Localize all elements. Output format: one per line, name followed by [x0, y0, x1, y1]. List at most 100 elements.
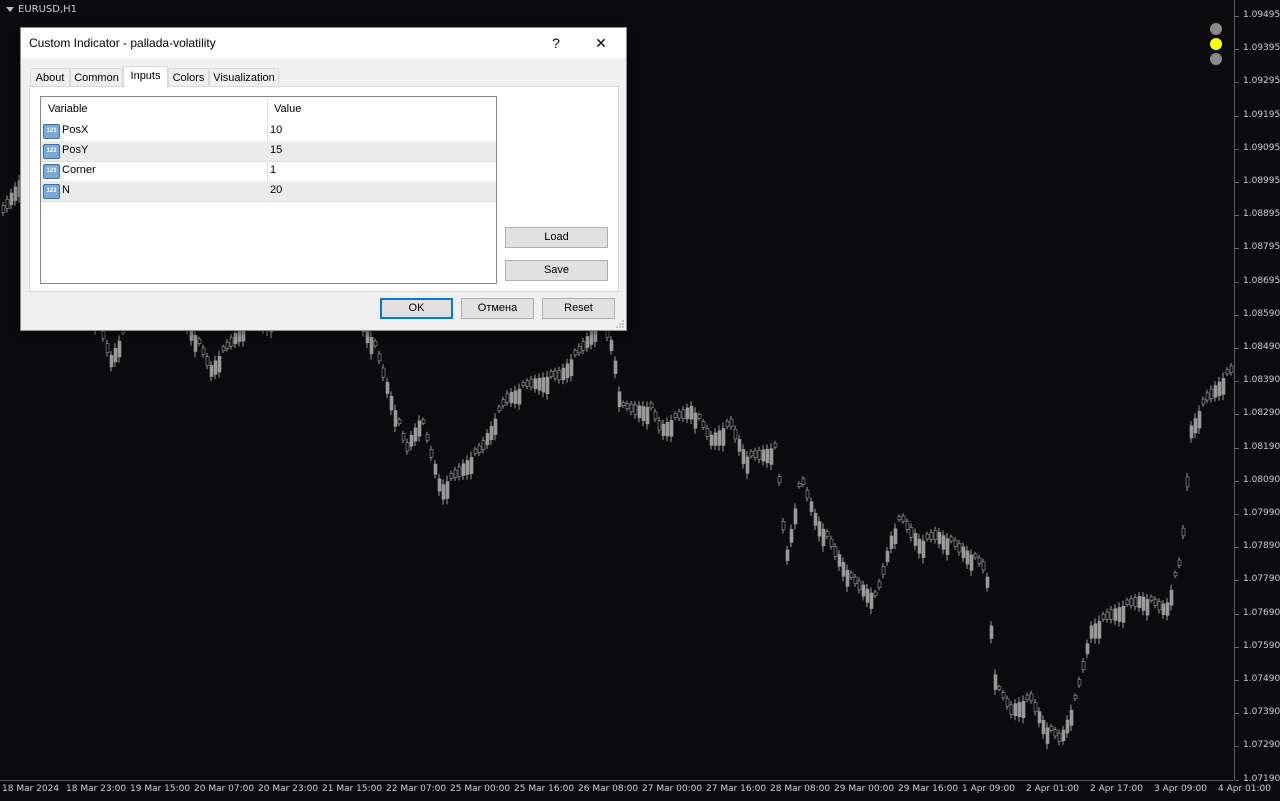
- dialog-titlebar[interactable]: Custom Indicator - pallada-volatility ? …: [21, 28, 626, 58]
- price-tick: [1235, 646, 1239, 648]
- candle-body: [645, 407, 650, 425]
- table-row[interactable]: 123 N 20: [41, 181, 496, 202]
- price-label: 1.07890: [1243, 541, 1280, 552]
- price-tick: [1235, 16, 1239, 17]
- variable-value[interactable]: 15: [270, 144, 282, 156]
- candle-body: [545, 376, 550, 395]
- price-label: 1.08290: [1243, 408, 1280, 419]
- candle-body: [649, 402, 654, 409]
- time-label: 18 Mar 23:00: [66, 784, 127, 794]
- candle-body: [485, 433, 490, 445]
- candle-body: [1017, 702, 1022, 717]
- resize-grip-icon[interactable]: [616, 320, 624, 328]
- candle-body: [889, 535, 894, 550]
- table-row[interactable]: 123 Corner 1: [41, 161, 496, 182]
- candle-body: [457, 466, 462, 477]
- tab-colors[interactable]: Colors: [168, 68, 209, 87]
- price-label: 1.07590: [1243, 640, 1280, 651]
- variable-value[interactable]: 20: [270, 184, 282, 196]
- candle-body: [113, 347, 118, 363]
- load-button[interactable]: Load: [505, 227, 608, 248]
- candle-body: [517, 388, 522, 405]
- candle-body: [1109, 609, 1114, 620]
- candle-body: [941, 535, 946, 550]
- candle-body: [741, 449, 746, 464]
- price-tick: [1235, 248, 1239, 250]
- dropdown-arrow-icon[interactable]: [6, 6, 14, 12]
- candle-body: [641, 406, 646, 422]
- reset-button[interactable]: Reset: [542, 298, 615, 319]
- candle-body: [993, 674, 998, 690]
- status-dot-yellow-icon[interactable]: [1210, 38, 1222, 50]
- candle-body: [541, 377, 546, 393]
- price-tick: [1235, 547, 1239, 549]
- tab-common[interactable]: Common: [70, 68, 123, 87]
- price-label: 1.08695: [1243, 275, 1280, 286]
- column-header-value[interactable]: Value: [274, 97, 301, 119]
- price-tick: [1235, 480, 1239, 482]
- save-button[interactable]: Save: [505, 260, 608, 281]
- candle-body: [1169, 589, 1174, 606]
- price-label: 1.07290: [1243, 740, 1280, 751]
- chart-symbol[interactable]: EURUSD,H1: [6, 4, 77, 15]
- status-dot-gray-icon[interactable]: [1210, 53, 1222, 65]
- candle-body: [501, 399, 506, 407]
- candle-body: [909, 527, 914, 538]
- candle-body: [669, 420, 674, 437]
- candle-body: [1181, 527, 1186, 537]
- candle-body: [1117, 607, 1122, 622]
- time-axis[interactable]: 18 Mar 2024 18 Mar 23:00 19 Mar 15:00 20 Ma…: [0, 780, 1271, 801]
- candle-body: [1081, 661, 1086, 670]
- candle-body: [441, 484, 446, 500]
- candle-body: [213, 360, 218, 375]
- candle-body: [1221, 377, 1226, 395]
- candle-body: [885, 550, 890, 562]
- candle-body: [997, 686, 1002, 690]
- candle-body: [893, 528, 898, 545]
- variable-name: PosY: [62, 144, 89, 156]
- candle-body: [1145, 599, 1150, 616]
- candle-body: [653, 411, 658, 420]
- table-row[interactable]: 123 PosY 15: [41, 141, 496, 162]
- candle-body: [673, 413, 678, 419]
- candle-body: [385, 381, 390, 394]
- candle-body: [1093, 623, 1098, 639]
- price-label: 1.07690: [1243, 607, 1280, 618]
- price-label: 1.07490: [1243, 674, 1280, 684]
- price-tick: [1235, 779, 1239, 781]
- tab-visualization[interactable]: Visualization: [209, 68, 279, 87]
- candle-body: [1085, 643, 1090, 655]
- candle-body: [225, 341, 230, 349]
- help-button[interactable]: ?: [543, 32, 569, 54]
- candle-body: [381, 367, 386, 378]
- variable-value[interactable]: 10: [270, 124, 282, 136]
- status-dot-gray-icon[interactable]: [1210, 23, 1222, 35]
- candle-body: [469, 456, 474, 474]
- candle-body: [761, 449, 766, 462]
- candle-body: [1125, 599, 1130, 605]
- candle-body: [1225, 369, 1230, 375]
- tab-about[interactable]: About: [30, 68, 70, 87]
- time-label: 21 Mar 15:00: [322, 784, 383, 794]
- inputs-table[interactable]: Variable Value 123 PosX 10 123 PosY 15 1…: [40, 96, 497, 284]
- candle-body: [193, 334, 198, 352]
- price-axis[interactable]: 1.09495 1.09395 1.09295 1.09195 1.09095 1.089…: [1234, 0, 1280, 784]
- column-header-variable[interactable]: Variable: [48, 97, 88, 119]
- candle-body: [1029, 693, 1034, 702]
- dialog-title: Custom Indicator - pallada-volatility: [29, 36, 216, 50]
- tab-inputs[interactable]: Inputs: [123, 66, 168, 88]
- candle-body: [217, 356, 222, 373]
- time-label: 4 Apr 01:00: [1218, 784, 1271, 794]
- candle-body: [373, 340, 378, 347]
- ok-button[interactable]: OK: [380, 298, 453, 319]
- candle-body: [1217, 381, 1222, 397]
- price-label: 1.08590: [1243, 308, 1280, 319]
- candle-body: [393, 410, 398, 427]
- close-button[interactable]: ✕: [588, 32, 614, 54]
- candle-body: [425, 434, 430, 441]
- cancel-button[interactable]: Отмена: [461, 298, 534, 319]
- candle-body: [961, 546, 966, 559]
- table-row[interactable]: 123 PosX 10: [41, 121, 496, 142]
- variable-value[interactable]: 1: [270, 164, 276, 176]
- candle-body: [1141, 596, 1146, 611]
